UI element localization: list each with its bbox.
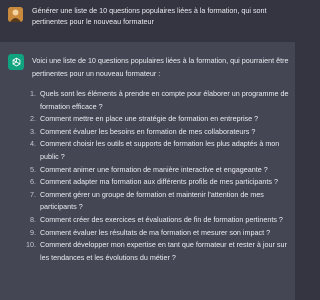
list-item-number: 5.	[30, 164, 36, 174]
list-item-number: 4.	[30, 139, 36, 149]
list-item: 4. Comment choisir les outils et supports…	[24, 138, 290, 163]
list-item-text: Comment évaluer les besoins en formation…	[40, 126, 256, 136]
list-item-number: 8.	[30, 214, 36, 224]
list-item-number: 1.	[30, 89, 36, 98]
list-item: 1. Quels sont les éléments à prendre en c…	[24, 88, 290, 113]
list-item: 2. Comment mettre en place une stratégie …	[24, 113, 290, 126]
list-item: 8. Comment créer des exercices et évaluat…	[24, 214, 290, 227]
list-item-number: 7.	[30, 189, 36, 199]
list-item-text: Comment mettre en place une stratégie de…	[40, 114, 259, 124]
list-item-number: 2.	[30, 114, 36, 124]
list-item-text: Comment créer des exercices et évaluatio…	[40, 214, 283, 224]
list-item-number: 10.	[26, 240, 36, 250]
user-message-row: Générer une liste de 10 questions popula…	[0, 0, 295, 42]
assistant-intro-text: Voici une liste de 10 questions populair…	[32, 56, 289, 78]
list-item-text: Quels sont les éléments à prendre en com…	[40, 89, 289, 111]
list-item-text: Comment animer une formation de manière …	[40, 164, 268, 174]
user-avatar-icon	[8, 7, 23, 22]
list-item: 7. Comment gérer un groupe de formation e…	[24, 189, 290, 214]
list-item-text: Comment gérer un groupe de formation et …	[40, 189, 264, 212]
chatgpt-logo-icon	[8, 54, 24, 70]
user-message-text: Générer une liste de 10 questions popula…	[32, 6, 267, 26]
list-item-number: 6.	[30, 177, 36, 187]
list-item-number: 3.	[30, 126, 36, 136]
question-list: 1. Quels sont les éléments à prendre en c…	[24, 88, 290, 264]
list-item-text: Comment choisir les outils et supports d…	[40, 139, 280, 161]
list-item-text: Comment évaluer les résultats de ma form…	[40, 227, 271, 237]
list-item: 10. Comment développer mon expertise en t…	[24, 239, 290, 264]
list-item: 9. Comment évaluer les résultats de ma fo…	[24, 227, 290, 240]
list-item-text: Comment développer mon expertise en tant…	[40, 240, 287, 262]
list-item-text: Comment adapter ma formation aux différe…	[40, 177, 278, 187]
list-item: 6. Comment adapter ma formation aux diffé…	[24, 176, 290, 189]
list-item: 5. Comment animer une formation de manièr…	[24, 164, 290, 177]
list-item: 3. Comment évaluer les besoins en formati…	[24, 126, 290, 139]
assistant-message-row: Voici une liste de 10 questions populair…	[0, 42, 295, 300]
list-item-number: 9.	[30, 227, 36, 237]
